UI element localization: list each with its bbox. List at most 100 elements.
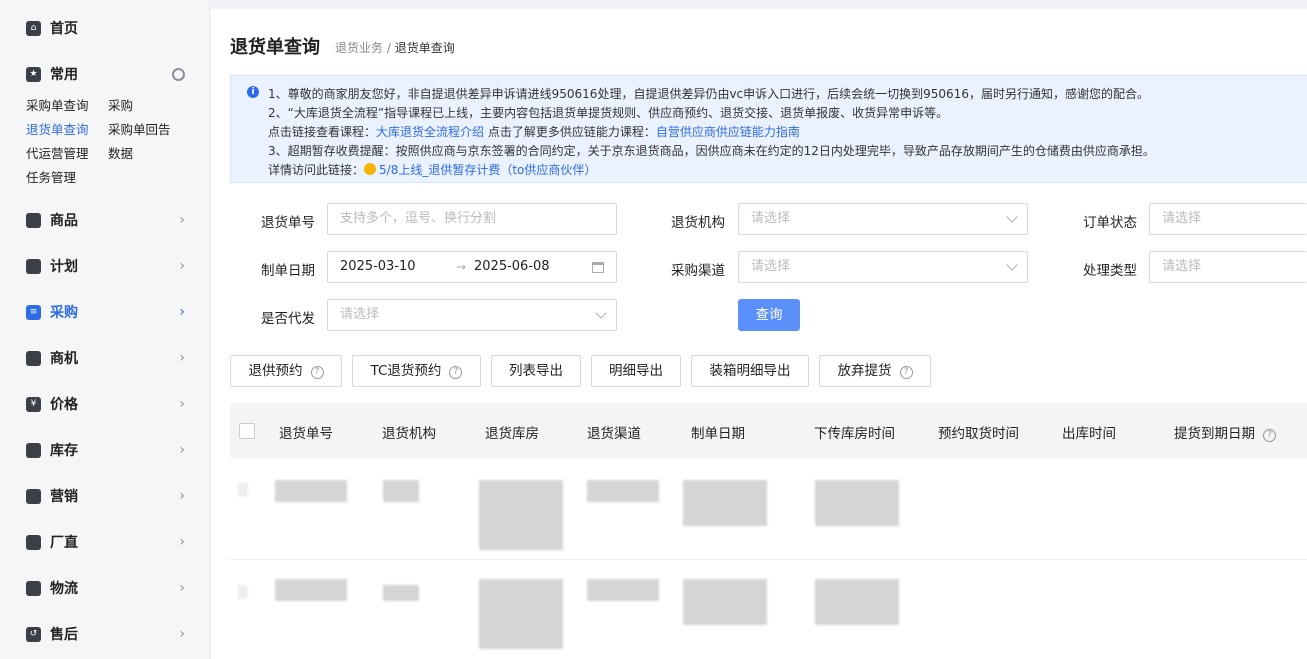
column-header: 出库时间 [1062,426,1116,442]
chevron-right-icon: › [179,580,185,596]
chevron-down-icon [595,307,607,319]
common-link-purchase[interactable]: 采购 [108,95,133,114]
sidebar-item-purchase[interactable]: ≡ 采购 › [26,301,191,323]
common-link-task-management[interactable]: 任务管理 [26,167,76,186]
gear-icon[interactable] [172,67,185,81]
sidebar-item-label: 价格 [50,397,78,413]
goods-icon [26,212,41,228]
query-button[interactable]: 查询 [738,299,800,331]
date-start[interactable]: 2025-03-10 [340,259,416,274]
storage-fee-link[interactable]: 5/8上线_退供暂存计费（to供应商伙伴） [364,163,596,177]
common-link-data[interactable]: 数据 [108,143,133,162]
redacted-cell [587,480,659,502]
redacted-cell [383,480,419,502]
button-label: TC退货预约 [370,363,442,379]
tc-reservation-button[interactable]: TC退货预约? [352,355,481,387]
channel-label: 采购渠道 [671,263,725,279]
redacted-cell [479,480,563,550]
column-header: 退货单号 [279,426,333,442]
return-icon: ↺ [26,626,41,642]
help-icon[interactable]: ? [1263,429,1276,442]
common-link-return-order-query[interactable]: 退货单查询 [26,119,89,138]
return-no-placeholder: 支持多个，逗号、换行分割 [340,211,497,226]
list-export-button[interactable]: 列表导出 [491,355,581,387]
column-header: 提货到期日期? [1174,422,1276,442]
chevron-right-icon: › [179,350,185,366]
help-icon[interactable]: ? [449,366,463,379]
date-range-picker[interactable]: 2025-03-10 → 2025-06-08 [327,251,617,283]
help-icon[interactable]: ? [310,366,324,379]
row-checkbox[interactable] [238,585,248,599]
breadcrumb: 退货业务 / 退货单查询 [335,39,455,56]
sidebar-item-label: 库存 [50,443,78,459]
redacted-cell [587,579,659,601]
sidebar-item-home[interactable]: ⌂ 首页 [26,17,191,39]
sidebar-item-label: 常用 [50,67,78,83]
notice-line-2: 2、“大库退货全流程”指导课程已上线，主要内容包括退货单提货规则、供应商预约、退… [268,106,949,120]
sidebar-item-price[interactable]: ¥ 价格 › [26,393,191,415]
sidebar-item-logistics[interactable]: 物流 › [26,577,191,599]
column-header: 下传库房时间 [814,426,895,442]
order-status-select[interactable]: 请选择 [1149,203,1307,235]
chevron-right-icon: › [179,212,185,228]
handle-type-select[interactable]: 请选择 [1149,251,1307,283]
notice-line-1: 1、尊敬的商家朋友您好，非自提退供差异申诉请进线950616处理，自提退供差异仍… [268,87,1149,101]
column-header-label: 提货到期日期 [1174,426,1255,442]
sidebar-item-direct[interactable]: 厂直 › [26,531,191,553]
star-icon: ★ [26,66,41,82]
return-reservation-button[interactable]: 退供预约? [230,355,342,387]
sidebar-item-plan[interactable]: 计划 › [26,255,191,277]
return-no-input[interactable]: 支持多个，逗号、换行分割 [327,203,617,235]
sidebar-item-label: 商品 [50,213,78,229]
dropship-select[interactable]: 请选择 [327,299,617,331]
arrow-right-icon: → [456,260,467,274]
lightbulb-icon [26,350,41,366]
sidebar-item-label: 计划 [50,259,78,275]
select-all-checkbox[interactable] [239,423,255,439]
common-link-agent-ops[interactable]: 代运营管理 [26,143,89,162]
redacted-cell [479,579,563,649]
packing-detail-export-button[interactable]: 装箱明细导出 [691,355,809,387]
redacted-cell [383,585,419,601]
return-no-label: 退货单号 [261,215,315,231]
sidebar-item-label: 首页 [50,21,78,37]
breadcrumb-parent[interactable]: 退货业务 / [335,41,391,55]
storage-fee-link-text: 5/8上线_退供暂存计费（to供应商伙伴） [379,163,597,177]
date-label: 制单日期 [261,263,315,279]
handle-type-placeholder: 请选择 [1162,259,1202,274]
notice-text: 点击了解更多供应链能力课程： [487,125,656,139]
chart-icon [26,488,41,504]
sidebar-item-label: 售后 [50,627,78,643]
column-header: 预约取货时间 [938,426,1019,442]
channel-select[interactable]: 请选择 [738,251,1028,283]
abandon-pickup-button[interactable]: 放弃提货? [819,355,931,387]
logistics-icon [26,580,41,596]
channel-placeholder: 请选择 [751,259,791,274]
sidebar-item-aftersale[interactable]: ↺ 售后 › [26,623,191,645]
row-checkbox[interactable] [238,483,248,497]
notice-banner: i 1、尊敬的商家朋友您好，非自提退供差异申诉请进线950616处理，自提退供差… [230,75,1307,183]
help-icon[interactable]: ? [899,366,913,379]
purchase-icon: ≡ [26,304,41,320]
sidebar-item-label: 商机 [50,351,78,367]
sidebar: ⌂ 首页 ★ 常用 采购单查询 采购 退货单查询 采购单回告 代运营管理 数据 … [0,0,210,659]
chevron-down-icon [1006,259,1018,271]
calendar-icon [592,262,604,273]
date-end[interactable]: 2025-06-08 [474,252,550,282]
detail-export-button[interactable]: 明细导出 [591,355,681,387]
sidebar-item-marketing[interactable]: 营销 › [26,485,191,507]
sidebar-item-opportunity[interactable]: 商机 › [26,347,191,369]
course-link-return-process[interactable]: 大库退货全流程介绍 [376,125,484,139]
sidebar-item-inventory[interactable]: 库存 › [26,439,191,461]
sidebar-item-common[interactable]: ★ 常用 [26,63,191,85]
sidebar-item-goods[interactable]: 商品 › [26,209,191,231]
common-link-purchase-order-query[interactable]: 采购单查询 [26,95,89,114]
course-link-supply-chain[interactable]: 自营供应商供应链能力指南 [656,125,800,139]
common-link-purchase-reply[interactable]: 采购单回告 [108,119,171,138]
button-label: 放弃提货 [837,363,892,379]
org-select[interactable]: 请选择 [738,203,1028,235]
dropship-label: 是否代发 [261,311,315,327]
order-status-placeholder: 请选择 [1162,211,1202,226]
page-title: 退货单查询 [230,37,320,58]
chevron-right-icon: › [179,396,185,412]
